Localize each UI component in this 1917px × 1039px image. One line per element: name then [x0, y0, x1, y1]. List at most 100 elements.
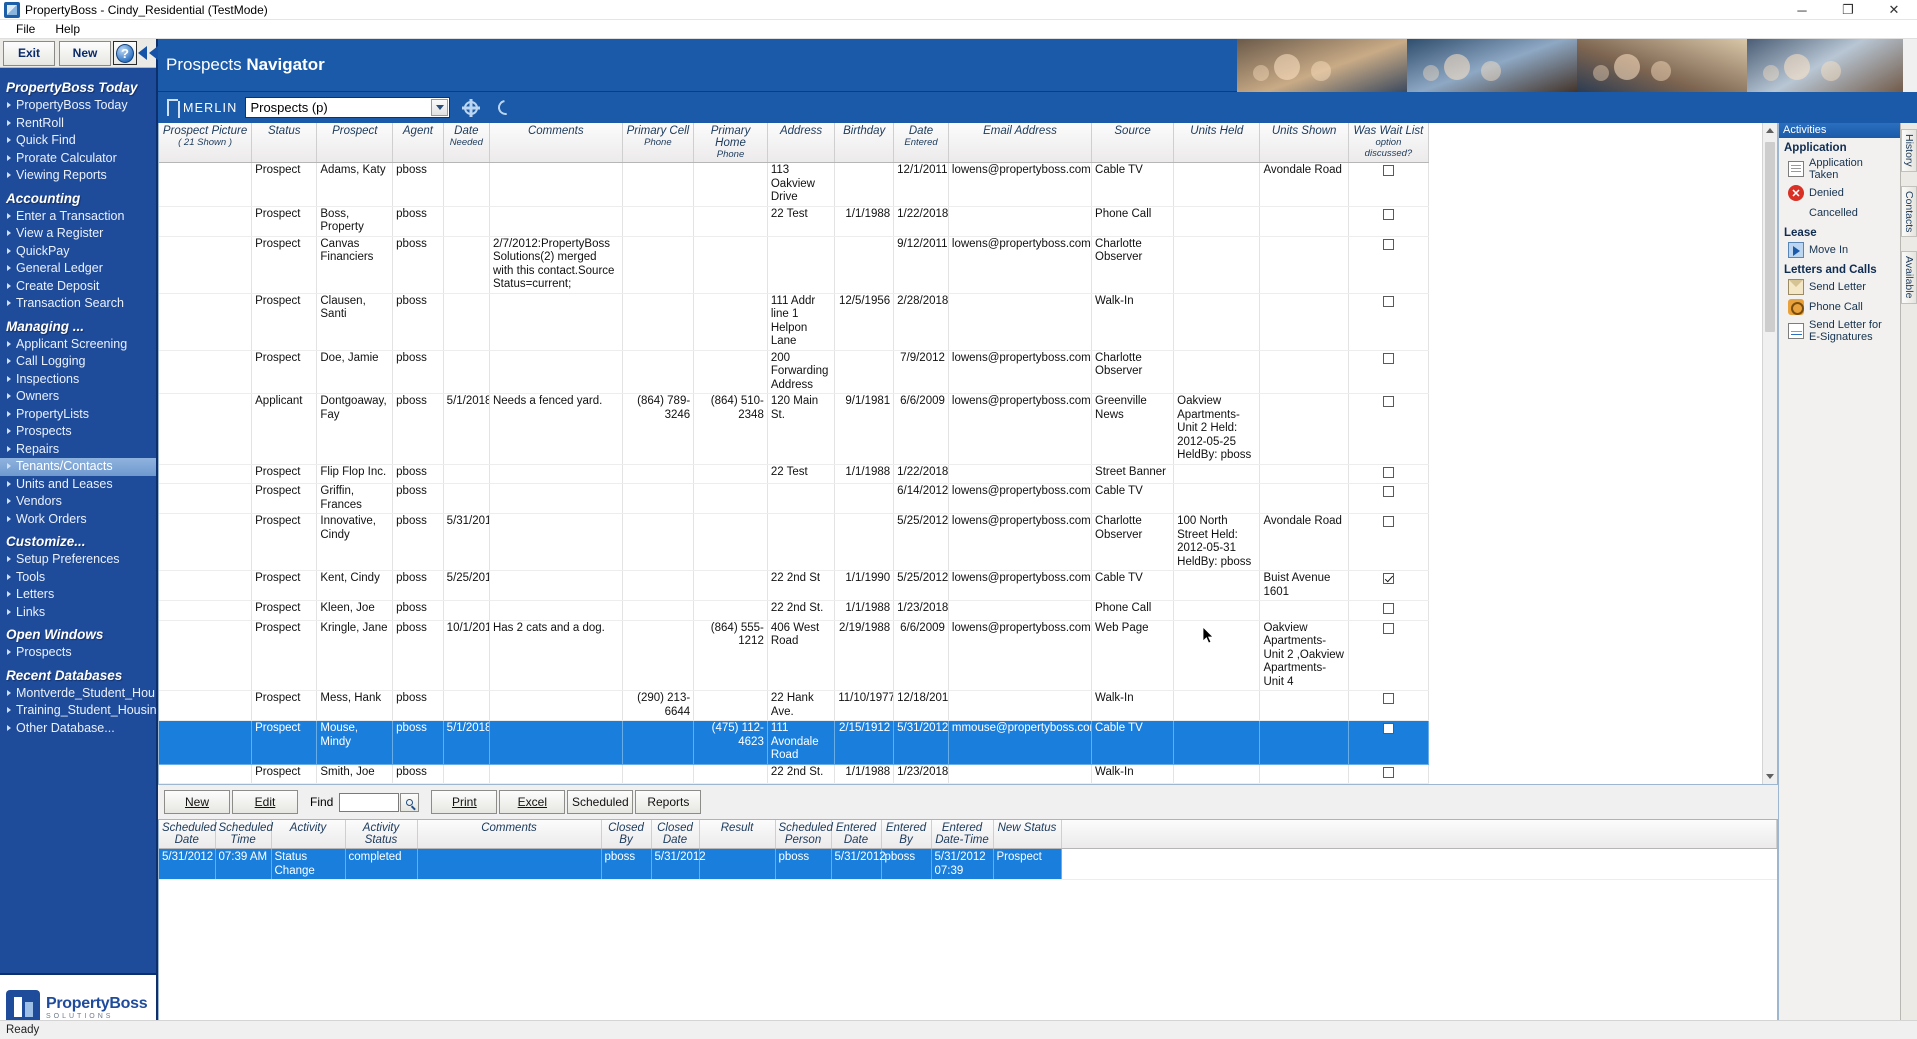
sidebar-item-propertyboss-today[interactable]: PropertyBoss Today: [0, 97, 156, 115]
sidebar-item-links[interactable]: Links: [0, 604, 156, 622]
table-row[interactable]: Prospect Mouse, Mindy pboss 5/1/2018 (475) 1…: [159, 720, 1430, 765]
checkbox-icon[interactable]: [1382, 603, 1394, 614]
sidebar-item-prospects[interactable]: Prospects: [0, 644, 156, 662]
activity-column-header-closed-by[interactable]: Closed By: [601, 820, 652, 849]
column-header-primary-home[interactable]: Primary Home Phone: [693, 123, 768, 163]
table-row[interactable]: Prospect Doe, Jamie pboss 200 Forwarding Ad…: [159, 350, 1430, 394]
column-header-comments[interactable]: Comments: [489, 123, 623, 163]
checkbox-icon[interactable]: [1382, 238, 1394, 250]
settings-button[interactable]: [458, 96, 484, 120]
scroll-track[interactable]: [1763, 138, 1777, 769]
close-button[interactable]: ✕: [1871, 0, 1917, 20]
table-row[interactable]: Prospect Mess, Hank pboss (290) 213-6644 22 …: [159, 690, 1430, 721]
checkbox-icon[interactable]: [1382, 486, 1394, 497]
new-record-button[interactable]: New: [164, 790, 230, 814]
scroll-thumb[interactable]: [1765, 142, 1775, 332]
activity-column-header-activity-status[interactable]: Activity Status: [345, 820, 418, 849]
checkbox-icon[interactable]: [1382, 693, 1394, 704]
table-row[interactable]: Applicant Dontgoaway, Fay pboss 5/1/2018 Nee…: [159, 393, 1430, 465]
entity-select[interactable]: Prospects (p): [245, 97, 451, 118]
cell-waitlist-checkbox[interactable]: [1348, 764, 1430, 784]
column-header-birthday[interactable]: Birthday: [834, 123, 895, 163]
column-header-units-shown[interactable]: Units Shown: [1259, 123, 1349, 163]
new-button[interactable]: New: [59, 40, 111, 66]
cell-waitlist-checkbox[interactable]: [1348, 513, 1430, 571]
sidebar-item-create-deposit[interactable]: Create Deposit: [0, 278, 156, 296]
activity-action-move-in[interactable]: Move In: [1779, 240, 1900, 260]
vertical-tab-contacts[interactable]: Contacts: [1901, 185, 1917, 238]
table-row[interactable]: Prospect Canvas Financiers pboss 2/7/2012:P…: [159, 236, 1430, 294]
sidebar-item-inspections[interactable]: Inspections: [0, 371, 156, 389]
cell-waitlist-checkbox[interactable]: [1348, 464, 1430, 484]
edit-record-button[interactable]: Edit: [232, 790, 298, 814]
activities-grid-container[interactable]: Scheduled Date Scheduled Time Activity Activi…: [158, 819, 1778, 1039]
activity-column-header-scheduled[interactable]: Scheduled Time: [215, 820, 273, 849]
sidebar-item-owners[interactable]: Owners: [0, 388, 156, 406]
cell-waitlist-checkbox[interactable]: [1348, 720, 1430, 765]
sidebar-item-view-a-register[interactable]: View a Register: [0, 225, 156, 243]
back-button[interactable]: [137, 41, 159, 65]
sidebar-item-setup-preferences[interactable]: Setup Preferences: [0, 551, 156, 569]
table-row[interactable]: Prospect Griffin, Frances pboss 6/14/2012 lo…: [159, 483, 1430, 514]
column-header-email-address[interactable]: Email Address: [948, 123, 1093, 163]
excel-button[interactable]: Excel: [499, 790, 566, 814]
sidebar-item-tools[interactable]: Tools: [0, 569, 156, 587]
sidebar-item-prospects[interactable]: Prospects: [0, 423, 156, 441]
table-row[interactable]: ProspectKent, Cindypboss5/25/201222 2nd …: [159, 570, 1430, 601]
sidebar-item-repairs[interactable]: Repairs: [0, 441, 156, 459]
activity-action-phone-call[interactable]: Phone Call: [1779, 297, 1900, 317]
sidebar-item-work-orders[interactable]: Work Orders: [0, 511, 156, 529]
grid-vertical-scrollbar[interactable]: [1762, 123, 1777, 784]
sidebar-item-propertylists[interactable]: PropertyLists: [0, 406, 156, 424]
print-button[interactable]: Print: [431, 790, 498, 814]
checkbox-icon[interactable]: [1382, 466, 1394, 478]
checkbox-icon[interactable]: [1382, 516, 1394, 527]
refresh-button[interactable]: [492, 96, 518, 120]
column-header-date[interactable]: Date Needed: [443, 123, 490, 163]
sidebar-item-vendors[interactable]: Vendors: [0, 493, 156, 511]
column-header-prospect[interactable]: Prospect: [316, 123, 394, 163]
column-header-was-wait-list[interactable]: Was Wait List option discussed?: [1348, 123, 1430, 163]
column-header-prospect-picture[interactable]: Prospect Picture( 21 Shown ): [159, 123, 253, 163]
sidebar-item-montverde-student-hou[interactable]: Montverde_Student_Hou:: [0, 685, 156, 703]
cell-waitlist-checkbox[interactable]: [1348, 483, 1430, 514]
cell-waitlist-checkbox[interactable]: [1348, 162, 1430, 207]
menu-item-file[interactable]: File: [6, 20, 45, 38]
activity-action-cancelled[interactable]: Cancelled: [1779, 203, 1900, 223]
table-row[interactable]: Prospect Kleen, Joe pboss 22 2nd St. 1/1/198…: [159, 600, 1430, 621]
sidebar-item-quickpay[interactable]: QuickPay: [0, 243, 156, 261]
sidebar-item-tenants-contacts[interactable]: Tenants/Contacts: [0, 458, 156, 476]
vertical-tab-history[interactable]: History: [1901, 129, 1917, 172]
activity-column-header-scheduled[interactable]: Scheduled Person: [775, 820, 833, 849]
cell-waitlist-checkbox[interactable]: [1348, 570, 1430, 601]
sidebar-item-call-logging[interactable]: Call Logging: [0, 353, 156, 371]
column-header-units-held[interactable]: Units Held: [1173, 123, 1261, 163]
scheduled-button[interactable]: Scheduled: [567, 790, 634, 814]
find-go-button[interactable]: [400, 792, 420, 812]
sidebar-item-general-ledger[interactable]: General Ledger: [0, 260, 156, 278]
checkbox-icon[interactable]: [1382, 165, 1394, 176]
checkbox-icon[interactable]: [1382, 396, 1394, 407]
checkbox-icon[interactable]: [1382, 295, 1394, 307]
sidebar-item-viewing-reports[interactable]: Viewing Reports: [0, 167, 156, 185]
sidebar-item-prorate-calculator[interactable]: Prorate Calculator: [0, 150, 156, 168]
checkbox-icon[interactable]: [1382, 622, 1394, 634]
sidebar-item-rentroll[interactable]: RentRoll: [0, 115, 156, 133]
column-header-address[interactable]: Address: [767, 123, 836, 163]
reports-button[interactable]: Reports: [635, 790, 702, 814]
cell-waitlist-checkbox[interactable]: [1348, 236, 1430, 294]
sidebar-item-transaction-search[interactable]: Transaction Search: [0, 295, 156, 313]
activity-column-header-entered[interactable]: Entered Date-Time: [931, 820, 994, 849]
prospects-grid-viewport[interactable]: Prospect Picture( 21 Shown ) Status Prospe…: [159, 123, 1762, 784]
column-header-date[interactable]: Date Entered: [893, 123, 949, 163]
activity-action-application-taken[interactable]: Application Taken: [1779, 155, 1900, 183]
cell-waitlist-checkbox[interactable]: [1348, 206, 1430, 237]
sidebar-item-enter-a-transaction[interactable]: Enter a Transaction: [0, 208, 156, 226]
checkbox-icon[interactable]: [1382, 573, 1394, 584]
table-row[interactable]: Prospect Smith, Joe pboss 22 2nd St. 1/1/198…: [159, 764, 1430, 784]
checkbox-icon[interactable]: [1382, 766, 1394, 778]
find-input[interactable]: [339, 792, 400, 812]
table-row[interactable]: ProspectKringle, Janepboss10/1/2011Has 2…: [159, 620, 1430, 691]
activity-column-header-scheduled[interactable]: Scheduled Date: [159, 820, 216, 849]
sidebar-item-training-student-housin[interactable]: Training_Student_Housinɡ: [0, 702, 156, 720]
